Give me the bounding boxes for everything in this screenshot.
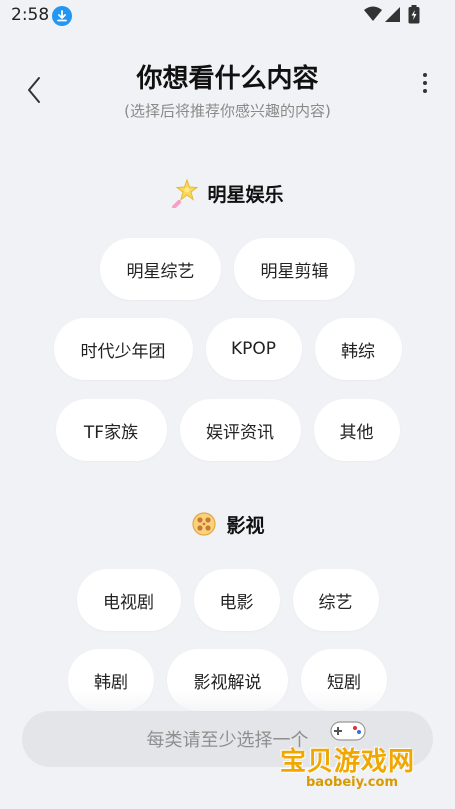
tag-chip[interactable]: 其他 [313, 399, 400, 461]
section-header-film: 影视 [0, 507, 455, 541]
watermark-text: 宝贝游戏网 [280, 747, 416, 777]
chip-row: TF家族 娱评资讯 其他 [0, 399, 455, 461]
tag-chip[interactable]: 电视剧 [76, 569, 181, 631]
status-bar: 2:58 [0, 0, 455, 32]
page-subtitle: (选择后将推荐你感兴趣的内容) [124, 102, 331, 120]
section-header-entertainment: 明星娱乐 [0, 176, 455, 210]
tag-chip[interactable]: 娱评资讯 [179, 399, 301, 461]
tag-chip[interactable]: 时代少年团 [53, 318, 193, 380]
film-reel-icon [192, 512, 217, 536]
watermark-logo: 宝贝游戏网 baobeiy.com [276, 715, 446, 805]
tag-chip[interactable]: 韩综 [314, 318, 402, 380]
status-time: 2:58 [11, 5, 50, 25]
tag-chip[interactable]: 明星剪辑 [234, 238, 355, 300]
star-wand-icon [172, 178, 199, 208]
battery-icon [408, 5, 420, 24]
chip-row: 明星综艺 明星剪辑 [0, 238, 455, 300]
chip-row: 时代少年团 KPOP 韩综 [0, 318, 455, 380]
chip-row: 电视剧 电影 综艺 [0, 569, 455, 631]
section-title: 影视 [226, 514, 265, 537]
page-title: 你想看什么内容 [136, 64, 319, 94]
tag-chip[interactable]: 明星综艺 [100, 238, 221, 300]
tag-chip[interactable]: 电影 [193, 569, 280, 631]
tag-chip[interactable]: TF家族 [55, 399, 167, 461]
download-icon [52, 6, 72, 26]
wifi-icon [364, 6, 382, 21]
signal-icon [385, 7, 400, 22]
section-title: 明星娱乐 [207, 183, 284, 206]
tag-chip[interactable]: 综艺 [292, 569, 379, 631]
more-options-icon[interactable] [414, 70, 436, 98]
gamepad-icon [330, 721, 366, 741]
watermark-url: baobeiy.com [306, 775, 398, 790]
tag-chip[interactable]: KPOP [205, 318, 302, 380]
